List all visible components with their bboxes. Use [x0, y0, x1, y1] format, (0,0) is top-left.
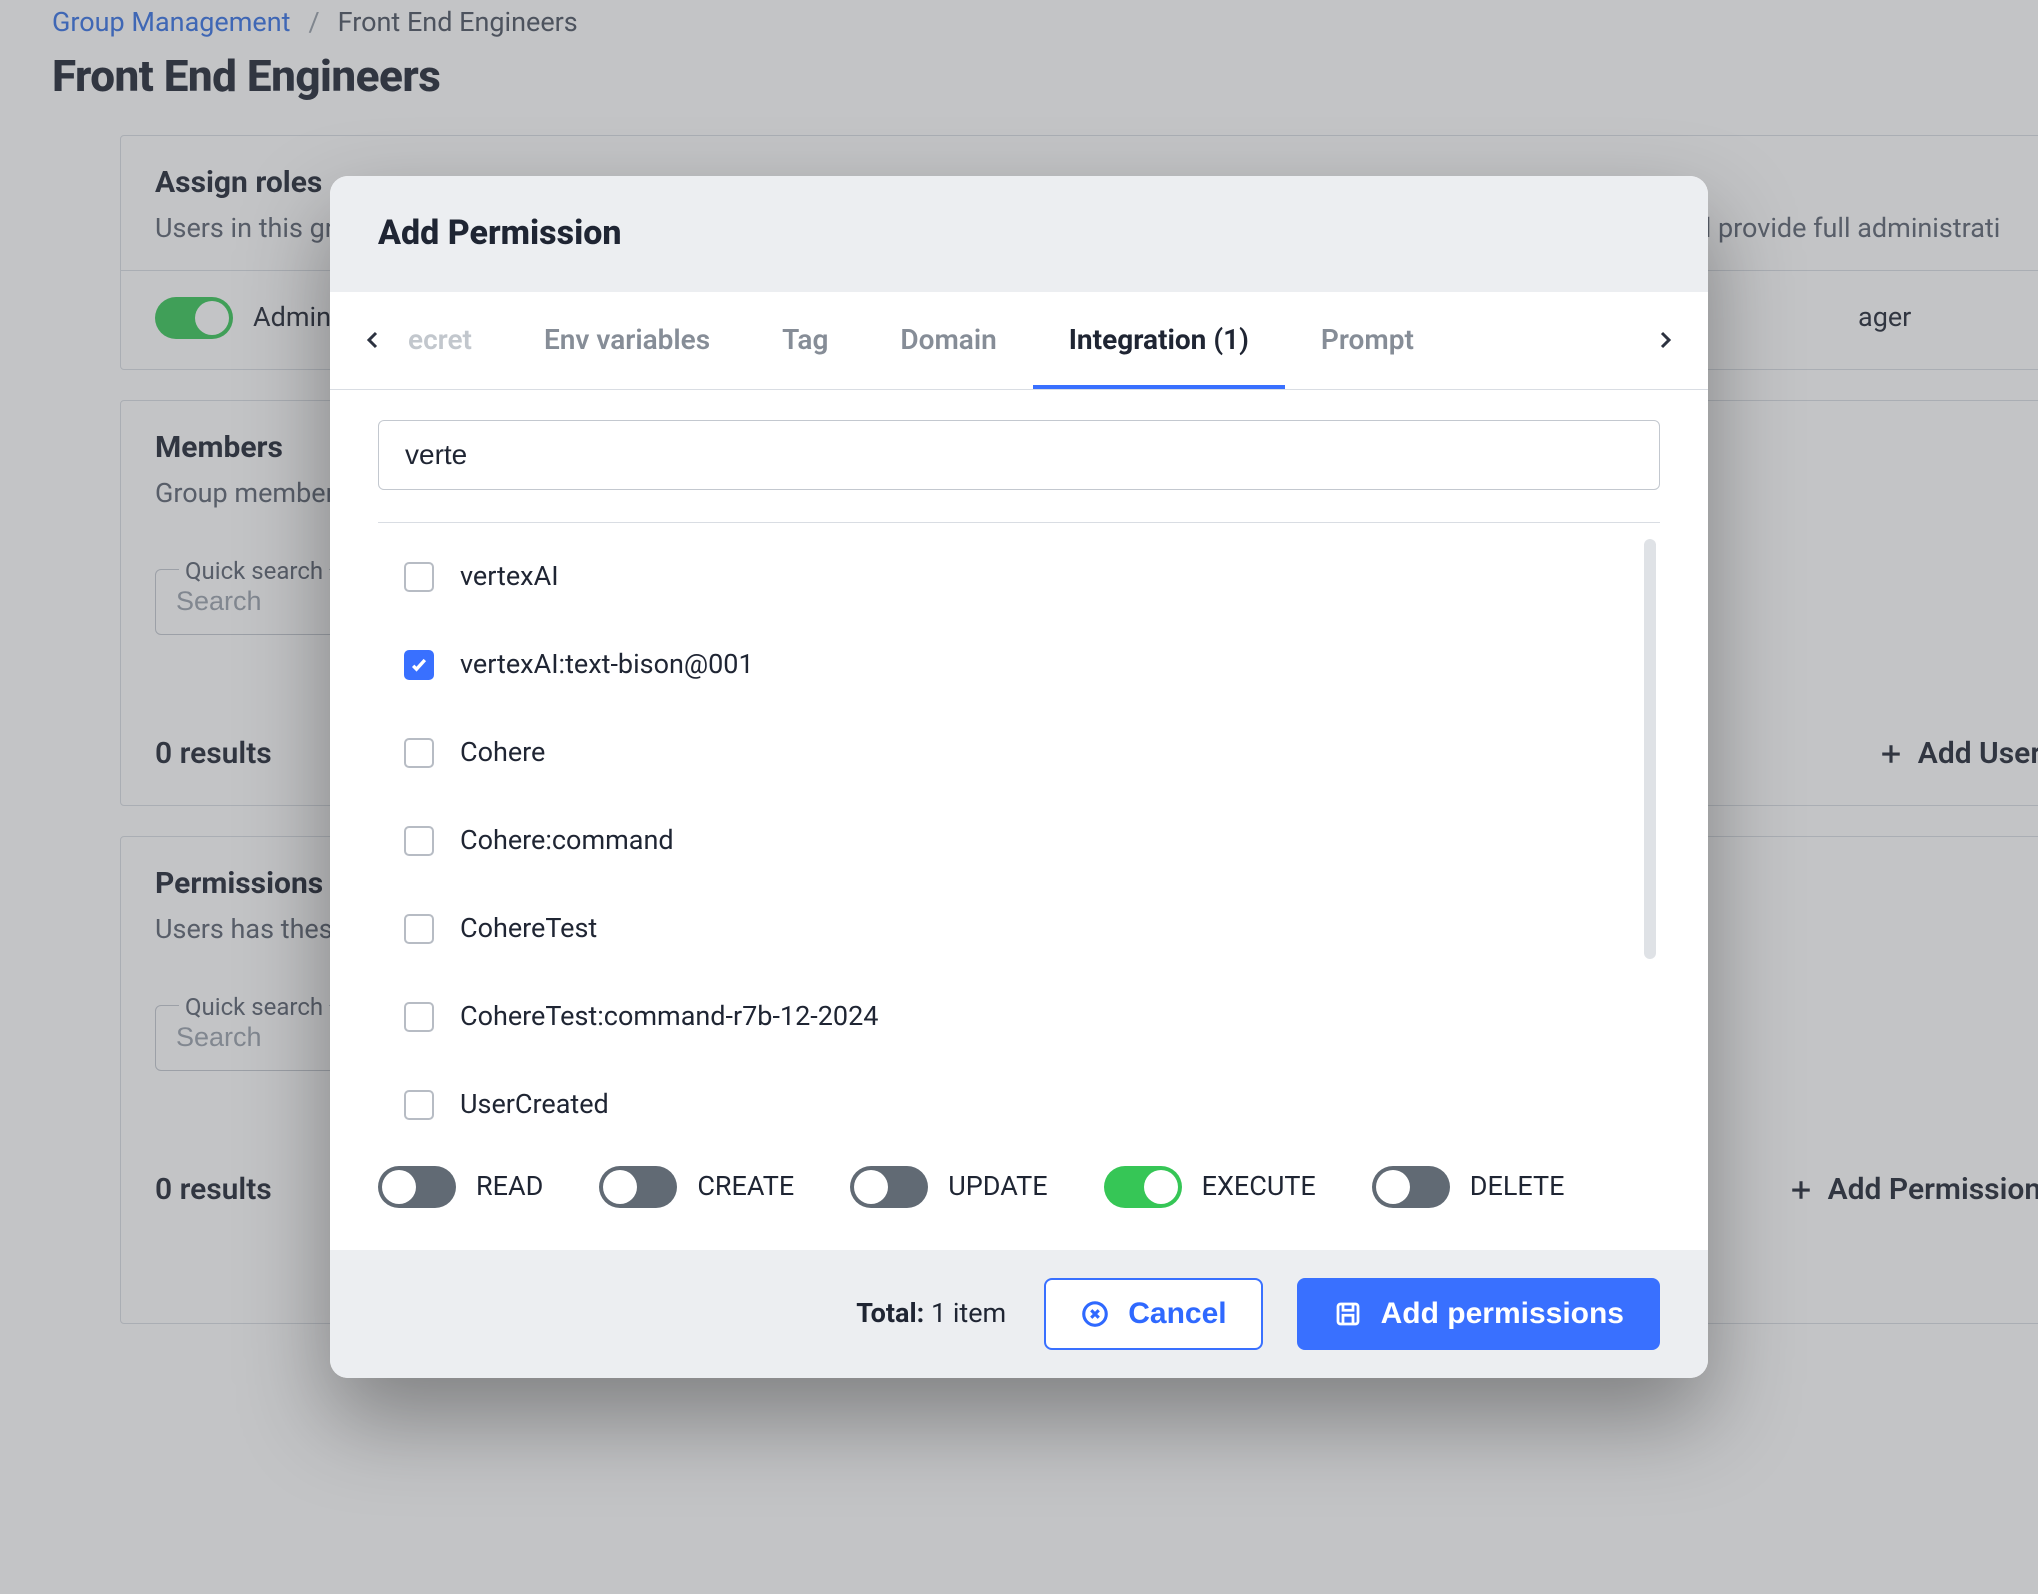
- modal-overlay[interactable]: Add Permission ecret Env variables Tag D…: [0, 0, 2038, 1594]
- tab-prompt[interactable]: Prompt: [1285, 292, 1450, 389]
- total-value: 1 item: [931, 1297, 1006, 1329]
- tab-tag[interactable]: Tag: [746, 292, 864, 389]
- total-summary: Total: 1 item: [856, 1295, 1006, 1333]
- chevron-right-icon: [1653, 328, 1677, 352]
- integration-item[interactable]: UserCreated: [404, 1061, 1634, 1132]
- integration-item-checkbox[interactable]: [404, 650, 434, 680]
- integration-item[interactable]: Cohere:command: [404, 797, 1634, 885]
- integration-item-label: Cohere: [460, 734, 545, 772]
- modal-tabs: ecret Env variables Tag Domain Integrati…: [330, 292, 1708, 390]
- tab-domain[interactable]: Domain: [864, 292, 1032, 389]
- total-label: Total:: [856, 1297, 924, 1329]
- modal-search-box: [378, 420, 1660, 490]
- modal-search-input[interactable]: [403, 438, 1635, 472]
- integration-item[interactable]: CohereTest:command-r7b-12-2024: [404, 973, 1634, 1061]
- execute-perm-label: EXECUTE: [1202, 1168, 1316, 1206]
- execute-perm-toggle[interactable]: [1104, 1166, 1182, 1208]
- integration-item[interactable]: CohereTest: [404, 885, 1634, 973]
- integration-list: vertexAI vertexAI:text-bison@001 Cohere Coh…: [378, 522, 1660, 1132]
- update-perm-label: UPDATE: [948, 1168, 1047, 1206]
- modal-body: vertexAI vertexAI:text-bison@001 Cohere Coh…: [330, 390, 1708, 1250]
- tabs-scroll-area: ecret Env variables Tag Domain Integrati…: [396, 292, 1642, 389]
- tabs-scroll-left[interactable]: [350, 328, 396, 352]
- check-icon: [409, 655, 429, 675]
- cancel-button[interactable]: Cancel: [1044, 1278, 1262, 1350]
- read-perm-label: READ: [476, 1168, 543, 1206]
- integration-item-label: CohereTest:command-r7b-12-2024: [460, 998, 878, 1036]
- create-perm-toggle[interactable]: [599, 1166, 677, 1208]
- integration-item-checkbox[interactable]: [404, 562, 434, 592]
- permission-type-toggles: READ CREATE UPDATE EXECUTE DELETE: [378, 1132, 1660, 1250]
- list-scrollbar[interactable]: [1644, 539, 1656, 959]
- integration-item[interactable]: vertexAI:text-bison@001: [404, 621, 1634, 709]
- integration-item[interactable]: Cohere: [404, 709, 1634, 797]
- chevron-left-icon: [361, 328, 385, 352]
- add-permissions-button[interactable]: Add permissions: [1297, 1278, 1660, 1350]
- cancel-icon: [1080, 1299, 1110, 1329]
- save-icon: [1333, 1299, 1363, 1329]
- integration-item-checkbox[interactable]: [404, 1090, 434, 1120]
- integration-item-checkbox[interactable]: [404, 1002, 434, 1032]
- tab-secret-partial[interactable]: ecret: [396, 292, 508, 389]
- modal-title: Add Permission: [330, 176, 1708, 292]
- read-perm-toggle[interactable]: [378, 1166, 456, 1208]
- delete-perm-toggle[interactable]: [1372, 1166, 1450, 1208]
- integration-item-label: CohereTest: [460, 910, 597, 948]
- integration-item-label: vertexAI:text-bison@001: [460, 646, 754, 684]
- add-permission-modal: Add Permission ecret Env variables Tag D…: [330, 176, 1708, 1378]
- integration-item[interactable]: vertexAI: [404, 533, 1634, 621]
- tab-env-variables[interactable]: Env variables: [508, 292, 746, 389]
- create-perm-label: CREATE: [697, 1168, 794, 1206]
- add-permissions-label: Add permissions: [1381, 1297, 1624, 1331]
- integration-item-checkbox[interactable]: [404, 738, 434, 768]
- tabs-scroll-right[interactable]: [1642, 328, 1688, 352]
- tab-integration-count: (1): [1213, 323, 1249, 356]
- tab-integration-label: Integration: [1069, 323, 1207, 356]
- integration-list-scroll[interactable]: vertexAI vertexAI:text-bison@001 Cohere Coh…: [378, 523, 1660, 1132]
- cancel-label: Cancel: [1128, 1297, 1226, 1331]
- integration-item-label: vertexAI: [460, 558, 559, 596]
- integration-item-checkbox[interactable]: [404, 914, 434, 944]
- modal-footer: Total: 1 item Cancel Add permissions: [330, 1250, 1708, 1378]
- integration-item-checkbox[interactable]: [404, 826, 434, 856]
- integration-item-label: Cohere:command: [460, 822, 674, 860]
- update-perm-toggle[interactable]: [850, 1166, 928, 1208]
- delete-perm-label: DELETE: [1470, 1168, 1565, 1206]
- tab-integration[interactable]: Integration (1): [1033, 292, 1285, 389]
- integration-item-label: UserCreated: [460, 1086, 609, 1124]
